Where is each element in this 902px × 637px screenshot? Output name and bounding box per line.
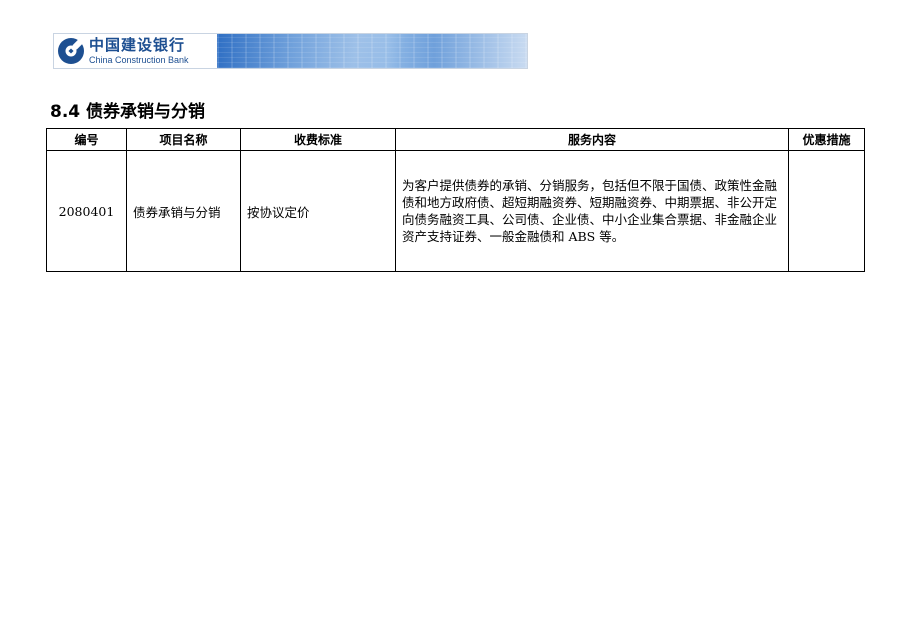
table-header-row: 编号 项目名称 收费标准 服务内容 优惠措施 xyxy=(46,128,865,151)
fee-table: 编号 项目名称 收费标准 服务内容 优惠措施 2080401 债券承销与分销 按… xyxy=(46,128,865,272)
cell-discount xyxy=(788,150,865,272)
cell-fee: 按协议定价 xyxy=(240,150,396,272)
section-title: 8.4 债券承销与分销 xyxy=(50,102,206,122)
cell-name: 债券承销与分销 xyxy=(126,150,241,272)
ccb-logo-icon xyxy=(58,38,84,64)
column-header-fee: 收费标准 xyxy=(240,128,396,151)
column-header-discount: 优惠措施 xyxy=(788,128,865,151)
cell-code: 2080401 xyxy=(46,150,127,272)
table-row: 2080401 债券承销与分销 按协议定价 为客户提供债券的承销、分销服务，包括… xyxy=(46,150,865,272)
column-header-code: 编号 xyxy=(46,128,127,151)
bank-logo: 中国建设银行 China Construction Bank xyxy=(54,34,217,68)
column-header-content: 服务内容 xyxy=(395,128,789,151)
logo-english-name: China Construction Bank xyxy=(89,54,189,65)
banner-building-image xyxy=(217,34,527,68)
column-header-name: 项目名称 xyxy=(126,128,241,151)
logo-chinese-name: 中国建设银行 xyxy=(89,35,186,54)
header-banner: 中国建设银行 China Construction Bank xyxy=(53,33,528,69)
cell-content: 为客户提供债券的承销、分销服务，包括但不限于国债、政策性金融债和地方政府债、超短… xyxy=(395,150,789,272)
